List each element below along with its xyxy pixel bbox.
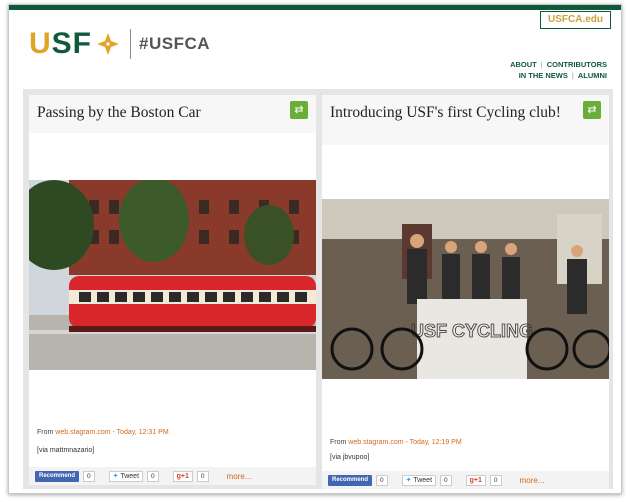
- google-plus-button[interactable]: g+1: [172, 470, 193, 482]
- post-meta: From web.stagram.com - Today, 12:19 PM: [330, 439, 462, 446]
- top-navigation: ABOUT | CONTRIBUTORS IN THE NEWS | ALUMNI: [510, 60, 607, 80]
- post-header: Passing by the Boston Car ⇄: [29, 95, 316, 133]
- post-title[interactable]: Passing by the Boston Car: [37, 105, 282, 121]
- google-plus-button[interactable]: g+1: [465, 474, 486, 486]
- facebook-recommend-button[interactable]: Recommend: [35, 470, 80, 482]
- tweet-button[interactable]: ✦ Tweet: [108, 470, 144, 482]
- logo-text: USF: [29, 27, 93, 60]
- tweet-count: 0: [147, 470, 159, 482]
- hashtag-label: #USFCA: [139, 34, 211, 53]
- page-frame: USFCA.edu USF #USFCA ABOUT | CONTRIBUTORS …: [8, 4, 622, 494]
- post-via: [via mattmnazario]: [37, 447, 95, 454]
- more-share-link[interactable]: more...: [227, 472, 252, 481]
- top-bar: [9, 5, 621, 10]
- social-bar: Recommend 0 ✦ Tweet 0 g+1 0 more...: [322, 471, 609, 489]
- facebook-recommend-button[interactable]: Recommend: [328, 474, 373, 486]
- post-time: - Today, 12:19 PM: [405, 439, 462, 446]
- social-bar: Recommend 0 ✦ Tweet 0 g+1 0 more...: [29, 467, 316, 485]
- tweet-button[interactable]: ✦ Tweet: [401, 474, 437, 486]
- post-photo-cycling-club[interactable]: USF CYCLING: [322, 199, 609, 379]
- usfca-site-link[interactable]: USFCA.edu: [540, 11, 611, 29]
- post-source-link[interactable]: web.stagram.com: [55, 429, 110, 436]
- cycling-banner-text: USF CYCLING: [411, 321, 533, 341]
- post-time: - Today, 12:31 PM: [112, 429, 169, 436]
- recommend-count: 0: [376, 474, 388, 486]
- gplus-count: 0: [196, 470, 209, 482]
- nav-about[interactable]: ABOUT: [510, 60, 537, 69]
- post-meta: From web.stagram.com - Today, 12:31 PM: [37, 429, 169, 436]
- nav-alumni[interactable]: ALUMNI: [578, 71, 607, 80]
- post-via: [via jbvupoo]: [330, 454, 370, 461]
- post-header: Introducing USF's first Cycling club! ⇄: [322, 95, 609, 145]
- twitter-icon: ✦: [405, 476, 412, 484]
- more-share-link[interactable]: more...: [520, 476, 545, 485]
- recommend-count: 0: [83, 470, 95, 482]
- post-card: Passing by the Boston Car ⇄ From web.sta…: [29, 95, 316, 485]
- post-title[interactable]: Introducing USF's first Cycling club!: [330, 105, 575, 121]
- twitter-icon: ✦: [112, 472, 119, 480]
- share-icon[interactable]: ⇄: [583, 101, 601, 119]
- gplus-count: 0: [489, 474, 502, 486]
- nav-contributors[interactable]: CONTRIBUTORS: [547, 60, 607, 69]
- nav-in-the-news[interactable]: IN THE NEWS: [519, 71, 568, 80]
- share-icon[interactable]: ⇄: [290, 101, 308, 119]
- post-card: Introducing USF's first Cycling club! ⇄: [322, 95, 609, 489]
- logo-divider: [130, 29, 132, 59]
- posts-grid: Passing by the Boston Car ⇄ From web.sta…: [23, 89, 613, 489]
- usf-logo-mark-icon: [97, 33, 120, 55]
- post-source-link[interactable]: web.stagram.com: [348, 439, 403, 446]
- tweet-count: 0: [440, 474, 452, 486]
- post-photo-streetcar[interactable]: [29, 180, 316, 370]
- usf-logo[interactable]: USF #USFCA: [29, 27, 210, 61]
